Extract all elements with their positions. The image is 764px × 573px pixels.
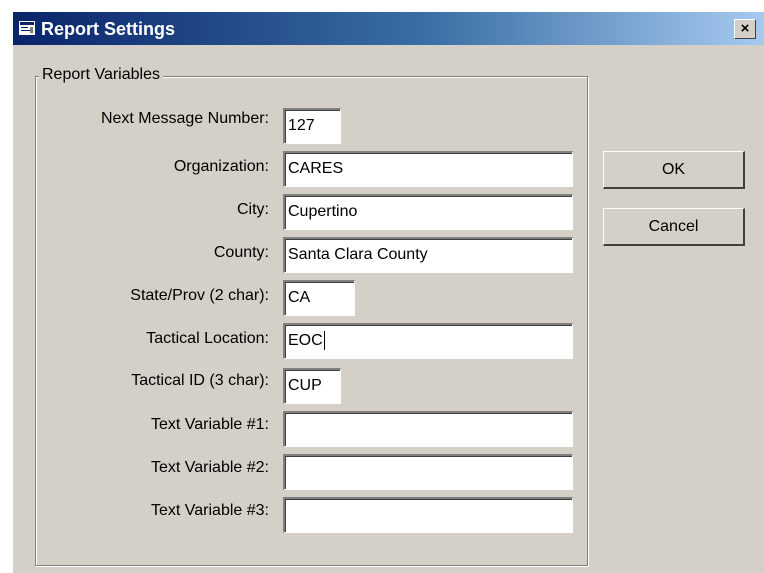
tactical-id-field[interactable]: CUP: [283, 368, 341, 404]
text-cursor: [323, 331, 325, 351]
tactical-location-field[interactable]: EOC: [283, 323, 573, 359]
report-settings-dialog: Report Settings × Report Variables Next …: [12, 12, 764, 573]
tactical-location-label: Tactical Location:: [146, 330, 269, 347]
city-field[interactable]: Cupertino: [283, 194, 573, 230]
text-variable-2-label: Text Variable #2:: [151, 459, 269, 476]
county-label: County:: [213, 244, 269, 261]
next-message-number-label: Next Message Number:: [100, 110, 269, 127]
text-variable-2-field[interactable]: [283, 454, 573, 490]
text-variable-3-label: Text Variable #3:: [151, 502, 269, 519]
organization-label: Organization:: [173, 158, 269, 175]
ok-button[interactable]: OK: [603, 151, 745, 189]
close-icon: ×: [740, 20, 750, 37]
tactical-id-label: Tactical ID (3 char):: [131, 372, 269, 389]
state-prov-field[interactable]: CA: [283, 280, 355, 316]
report-variables-group: [35, 76, 588, 566]
window-title: Report Settings: [41, 19, 176, 39]
text-variable-1-label: Text Variable #1:: [151, 416, 269, 433]
organization-field[interactable]: CARES: [283, 151, 573, 187]
title-bar[interactable]: Report Settings ×: [13, 12, 764, 45]
tactical-location-value: EOC: [288, 332, 323, 349]
text-variable-1-field[interactable]: [283, 411, 573, 447]
county-field[interactable]: Santa Clara County: [283, 237, 573, 273]
state-prov-label: State/Prov (2 char):: [130, 287, 269, 304]
group-legend: Report Variables: [39, 66, 163, 84]
city-label: City:: [237, 201, 269, 218]
text-variable-3-field[interactable]: [283, 497, 573, 533]
close-button[interactable]: ×: [734, 19, 756, 39]
app-icon: [19, 21, 35, 35]
next-message-number-field[interactable]: 127: [283, 108, 341, 144]
cancel-button[interactable]: Cancel: [603, 208, 745, 246]
